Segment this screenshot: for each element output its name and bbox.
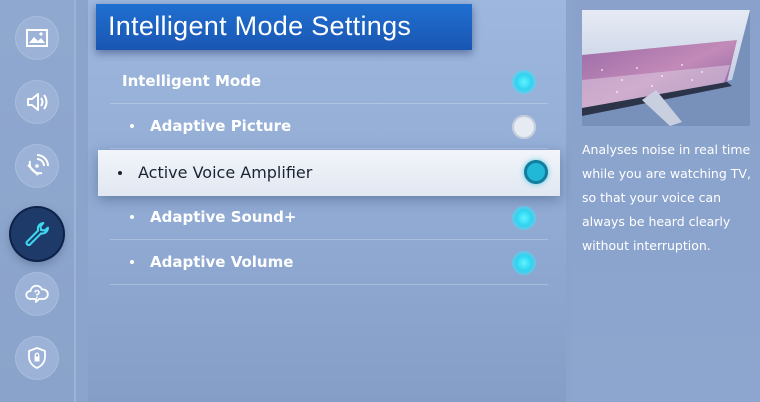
page-title: Intelligent Mode Settings — [96, 4, 472, 50]
active-voice-amplifier-toggle[interactable] — [524, 160, 548, 184]
adaptive-picture-label: Adaptive Picture — [150, 117, 292, 135]
settings-category-rail — [0, 0, 76, 402]
adaptive-volume-toggle[interactable] — [512, 251, 536, 275]
adaptive-sound-row[interactable]: Adaptive Sound+ — [110, 196, 548, 240]
adaptive-picture-row[interactable]: Adaptive Picture — [110, 105, 548, 149]
sound-category-button[interactable] — [15, 80, 59, 124]
picture-icon — [26, 29, 48, 47]
intelligent-mode-label: Intelligent Mode — [122, 72, 262, 90]
sound-icon — [27, 93, 48, 111]
adaptive-sound-toggle[interactable] — [512, 206, 536, 230]
broadcasting-category-button[interactable] — [15, 144, 59, 188]
bullet — [118, 171, 122, 175]
privacy-shield-icon — [28, 347, 46, 369]
adaptive-sound-label: Adaptive Sound+ — [150, 208, 297, 226]
bullet — [130, 124, 134, 128]
bullet — [130, 215, 134, 219]
active-voice-amplifier-row[interactable]: Active Voice Amplifier — [98, 150, 560, 196]
active-voice-amplifier-label: Active Voice Amplifier — [138, 163, 313, 182]
adaptive-volume-row[interactable]: Adaptive Volume — [110, 241, 548, 285]
privacy-category-button[interactable] — [15, 336, 59, 380]
general-wrench-icon — [25, 222, 50, 247]
bullet — [130, 260, 134, 264]
picture-category-button[interactable] — [15, 16, 59, 60]
info-panel: Analyses noise in real time while you ar… — [572, 0, 760, 402]
setting-description: Analyses noise in real time while you ar… — [582, 142, 751, 253]
intelligent-mode-row[interactable]: Intelligent Mode — [110, 60, 548, 104]
preview-image — [582, 10, 750, 126]
broadcasting-icon — [27, 154, 49, 176]
support-category-button[interactable] — [15, 272, 59, 316]
adaptive-picture-toggle[interactable] — [512, 115, 536, 139]
general-category-button[interactable] — [11, 208, 63, 260]
intelligent-mode-toggle[interactable] — [512, 70, 536, 94]
adaptive-volume-label: Adaptive Volume — [150, 253, 294, 271]
support-cloud-icon — [25, 284, 49, 303]
